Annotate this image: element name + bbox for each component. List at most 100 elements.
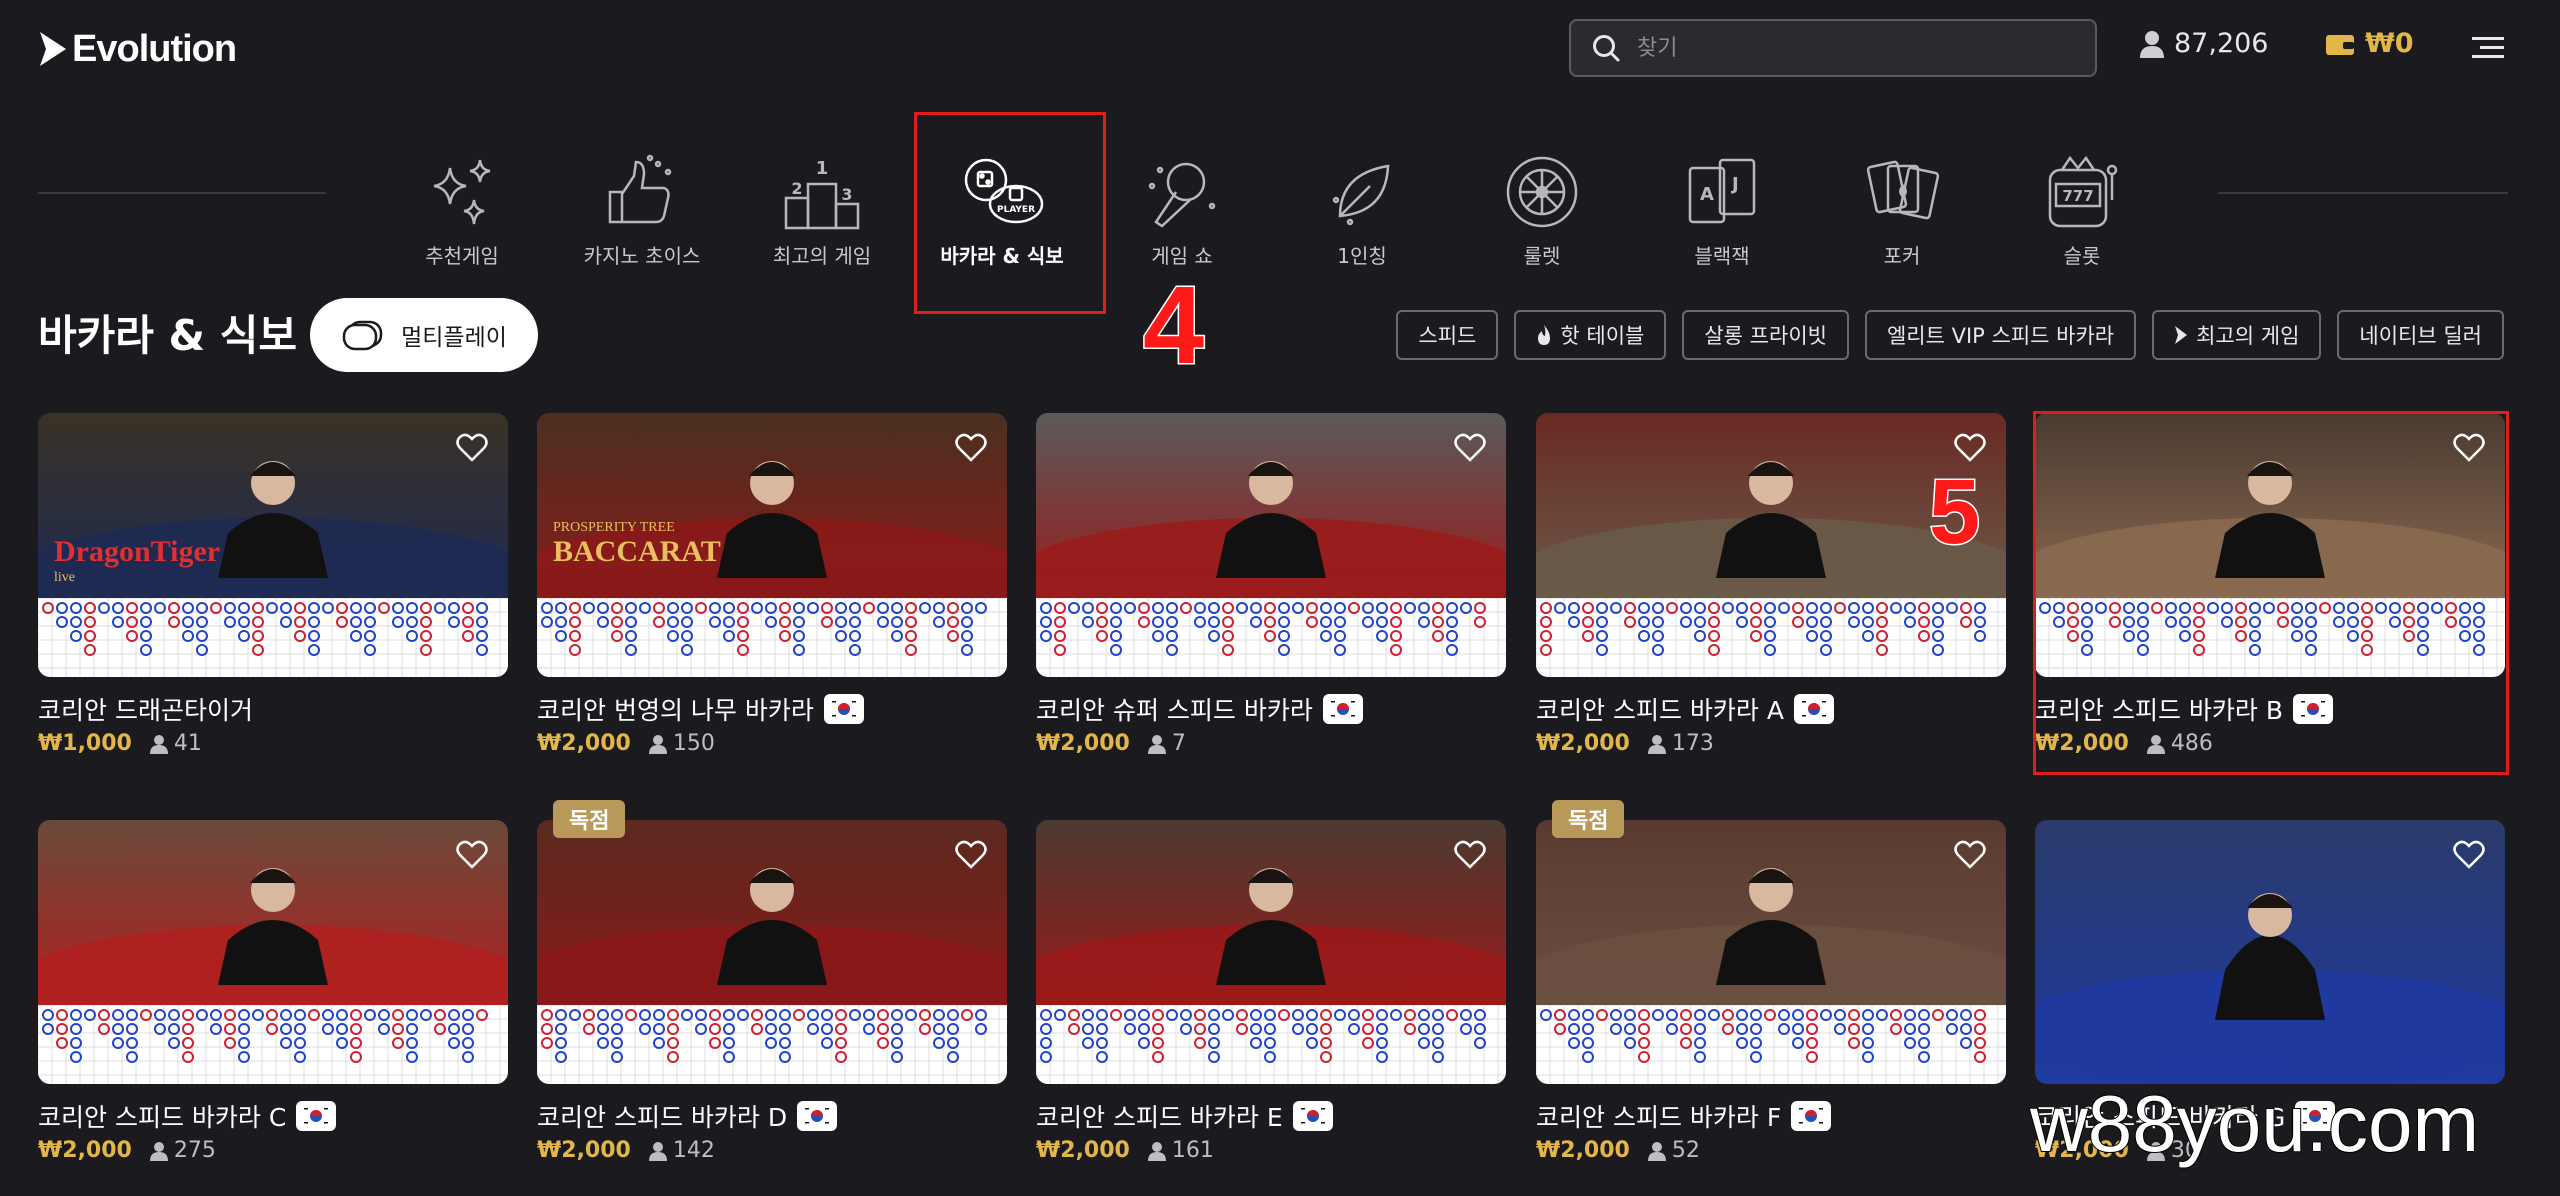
favorite-heart-icon[interactable] <box>2453 433 2485 463</box>
section-title: 바카라 & 식보 <box>38 311 298 360</box>
poker-cards-icon <box>1866 160 1940 220</box>
game-card[interactable]: 코리안 슈퍼 스피드 바카라 ₩2,000 7 <box>1036 413 1506 756</box>
scoreboard-road <box>1036 1005 1506 1084</box>
favorite-heart-icon[interactable] <box>1954 433 1986 463</box>
game-card[interactable]: 독점 코리안 스피드 바카라 D ₩2,000 142 <box>537 800 1007 1163</box>
favorite-heart-icon[interactable] <box>2453 840 2485 870</box>
search-icon <box>1593 35 1620 62</box>
filter-label: 최고의 게임 <box>2196 324 2300 348</box>
category-casino-choice[interactable]: 카지노 초이스 <box>557 150 727 280</box>
game-title-row: 코리안 스피드 바카라 F <box>1536 1096 2006 1136</box>
player-count: 275 <box>149 1138 216 1163</box>
balance-value: ₩0 <box>2365 28 2414 59</box>
min-bet: ₩1,000 <box>38 731 132 756</box>
category-roulette[interactable]: 룰렛 <box>1457 150 1627 280</box>
filter-speed[interactable]: 스피드 <box>1396 310 1499 360</box>
filter-salon-prive[interactable]: 살롱 프라이빗 <box>1682 310 1849 360</box>
user-icon <box>1647 734 1666 754</box>
svg-text:PLAYER: PLAYER <box>997 205 1035 215</box>
game-name: 코리안 번영의 나무 바카라 <box>537 696 814 725</box>
blackjack-cards-icon: A J <box>1688 158 1756 224</box>
filter-label: 핫 테이블 <box>1560 324 1645 348</box>
game-thumbnail[interactable] <box>2035 413 2505 677</box>
category-game-shows[interactable]: 게임 쇼 <box>1097 150 1267 280</box>
game-thumbnail[interactable] <box>537 820 1007 1084</box>
category-baccarat-sicbo[interactable]: PLAYER 바카라 & 식보 <box>917 150 1087 280</box>
player-count: 41 <box>149 731 202 756</box>
multiplay-button[interactable]: 멀티플레이 <box>310 298 538 372</box>
filter-top-games[interactable]: 최고의 게임 <box>2152 310 2322 360</box>
game-thumbnail[interactable] <box>1036 820 1506 1084</box>
thumbs-up-icon <box>608 154 672 224</box>
evolution-logo-icon <box>40 32 66 66</box>
evolution-logo[interactable]: Evolution <box>38 24 237 74</box>
game-thumbnail[interactable] <box>2035 820 2505 1084</box>
svg-text:2: 2 <box>791 179 802 198</box>
min-bet: ₩2,000 <box>2035 731 2129 756</box>
favorite-heart-icon[interactable] <box>955 433 987 463</box>
game-thumbnail[interactable] <box>38 820 508 1084</box>
player-count-value: 7 <box>1171 731 1186 756</box>
game-name: 코리안 스피드 바카라 B <box>2035 696 2283 725</box>
search-input[interactable] <box>1637 35 2077 61</box>
filter-hot-tables[interactable]: 핫 테이블 <box>1514 310 1667 360</box>
category-top-games[interactable]: 1 2 3 최고의 게임 <box>737 150 907 280</box>
player-count: 486 <box>2146 731 2213 756</box>
category-recommended[interactable]: 추천게임 <box>377 150 547 280</box>
favorite-heart-icon[interactable] <box>456 840 488 870</box>
watermark: w88you.com <box>2029 1078 2480 1169</box>
category-first-person[interactable]: 1인칭 <box>1277 150 1447 280</box>
favorite-heart-icon[interactable] <box>1954 840 1986 870</box>
game-thumbnail[interactable] <box>1036 413 1506 677</box>
game-card[interactable]: 코리안 스피드 바카라 E ₩2,000 161 <box>1036 820 1506 1163</box>
players-count: 87,206 <box>2174 28 2269 59</box>
favorite-heart-icon[interactable] <box>456 433 488 463</box>
svg-text:3: 3 <box>841 185 852 204</box>
game-title-row: 코리안 스피드 바카라 D <box>537 1096 1007 1136</box>
filter-label: 스피드 <box>1418 324 1477 348</box>
scoreboard-road <box>537 1005 1007 1084</box>
favorite-heart-icon[interactable] <box>1454 840 1486 870</box>
player-count-value: 486 <box>2170 731 2213 756</box>
user-icon <box>648 734 667 754</box>
favorite-heart-icon[interactable] <box>955 840 987 870</box>
game-thumbnail[interactable]: BACCARAT PROSPERITY TREE <box>537 413 1007 677</box>
player-count-value: 161 <box>1171 1138 1214 1163</box>
korea-flag-icon <box>1292 1101 1333 1131</box>
player-count-value: 41 <box>173 731 202 756</box>
online-players: 87,206 <box>2140 28 2268 59</box>
category-slots[interactable]: 777 슬롯 <box>1997 150 2167 280</box>
search-box[interactable] <box>1569 19 2097 77</box>
game-title-row: 코리안 슈퍼 스피드 바카라 <box>1036 689 1506 729</box>
microphone-icon <box>1148 162 1216 228</box>
korea-flag-icon <box>2293 694 2333 724</box>
game-thumbnail[interactable]: DragonTiger live <box>38 413 508 677</box>
game-card[interactable]: 코리안 스피드 바카라 B ₩2,000 486 <box>2035 413 2505 756</box>
filter-native-dealer[interactable]: 네이티브 딜러 <box>2337 310 2504 360</box>
favorite-heart-icon[interactable] <box>1454 433 1486 463</box>
exclusive-badge: 독점 <box>553 800 626 838</box>
step-number-5: 5 <box>1927 460 1981 565</box>
category-blackjack[interactable]: A J 블랙잭 <box>1637 150 1807 280</box>
hamburger-menu-icon[interactable] <box>2470 33 2506 63</box>
live-dealer-video <box>2035 413 2505 598</box>
game-card[interactable]: 독점 코리안 스피드 바카라 F ₩2,000 52 <box>1536 800 2006 1163</box>
game-card[interactable]: BACCARAT PROSPERITY TREE 코리안 번영의 나무 바카라 <box>537 413 1007 756</box>
game-thumbnail[interactable] <box>1536 820 2006 1084</box>
sparkles-icon <box>433 159 491 225</box>
category-poker[interactable]: 포커 <box>1817 150 1987 280</box>
game-card[interactable]: DragonTiger live 코리안 드래곤타이거 ₩1,000 41 <box>38 413 508 756</box>
live-dealer-video <box>2035 820 2505 1084</box>
filter-elite-vip[interactable]: 엘리트 VIP 스피드 바카라 <box>1864 310 2137 360</box>
min-bet: ₩2,000 <box>537 731 631 756</box>
category-label: 포커 <box>1883 244 1921 268</box>
scoreboard-road <box>2035 598 2505 677</box>
min-bet: ₩2,000 <box>1536 731 1630 756</box>
game-card[interactable]: 코리안 스피드 바카라 C ₩2,000 275 <box>38 820 508 1163</box>
baccarat-dice-icon: PLAYER <box>964 158 1044 224</box>
game-name: 코리안 스피드 바카라 A <box>1536 696 1784 725</box>
wallet-balance[interactable]: ₩0 <box>2325 28 2414 59</box>
divider <box>2218 192 2508 194</box>
category-label: 룰렛 <box>1523 244 1561 268</box>
game-meta: ₩2,000 52 <box>1536 1138 2006 1163</box>
